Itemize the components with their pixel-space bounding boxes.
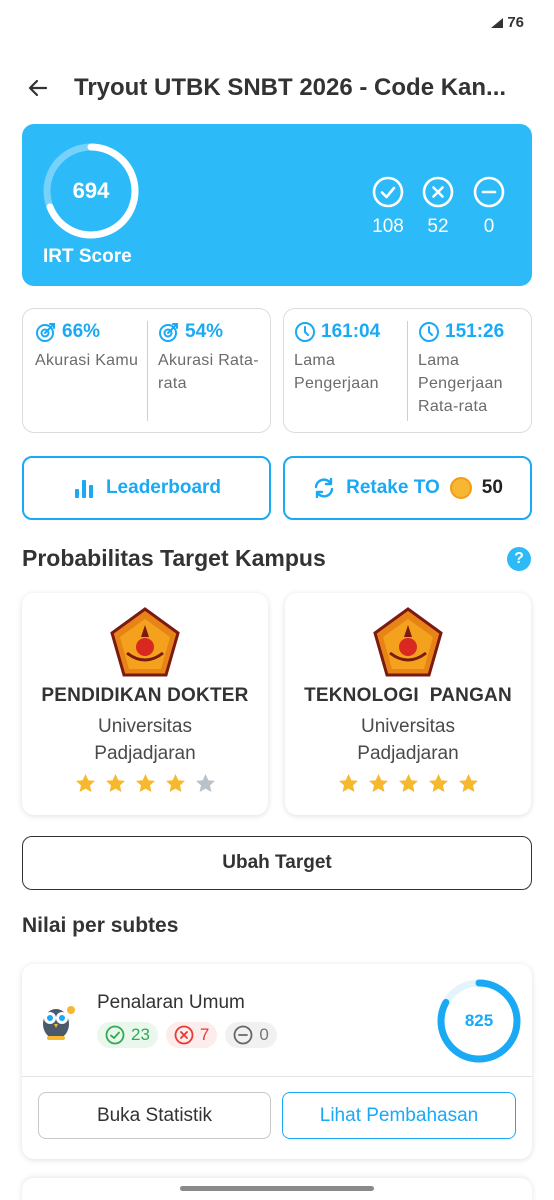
view-discussion-button[interactable]: Lihat Pembahasan	[282, 1092, 516, 1139]
campus-university: Universitas Padjadjaran	[357, 716, 459, 764]
accuracy-you: 66% Akurasi Kamu	[35, 321, 145, 372]
owl-mascot-icon	[38, 998, 78, 1042]
coin-icon	[449, 477, 472, 499]
campus-major: PENDIDIKAN DOKTER	[41, 685, 249, 706]
irt-score-label: IRT Score	[43, 246, 132, 267]
refresh-icon	[314, 477, 334, 499]
irt-score-value: 694	[72, 178, 110, 203]
wrong-chip: 7	[165, 1022, 218, 1048]
star-icon	[398, 774, 418, 792]
signal-icon	[491, 17, 504, 28]
subtest-section-title: Nilai per subtes	[22, 914, 179, 937]
page-title: Tryout UTBK SNBT 2026 - Code Kan...	[74, 74, 507, 101]
empty-chip: 0	[225, 1022, 277, 1048]
university-logo	[373, 607, 443, 677]
target-section-title: Probabilitas Target Kampus	[22, 545, 326, 571]
divider	[22, 1076, 532, 1077]
bar-chart-icon	[74, 480, 93, 498]
check-circle-icon	[372, 176, 404, 208]
clock-icon	[295, 322, 315, 342]
help-icon[interactable]: ?	[507, 547, 531, 571]
star-icon	[135, 774, 155, 792]
campus-card[interactable]: TEKNOLOGI PANGAN Universitas Padjadjaran	[285, 593, 531, 815]
x-circle-icon	[174, 1025, 194, 1045]
target-icon	[36, 323, 55, 342]
university-logo	[110, 607, 180, 677]
accuracy-box: 66% Akurasi Kamu 54% Akurasi Rata-rata	[22, 308, 271, 433]
back-button[interactable]	[18, 68, 58, 108]
retake-label: Retake TO	[346, 477, 440, 498]
star-icon	[338, 774, 358, 792]
clock-icon	[419, 322, 439, 342]
x-circle-icon	[422, 176, 454, 208]
star-icon	[458, 774, 478, 792]
campus-university: Universitas Padjadjaran	[94, 716, 196, 764]
duration-box: 161:04 Lama Pengerjaan 151:26 Lama Penge…	[283, 308, 532, 433]
check-circle-icon	[105, 1025, 125, 1045]
duration-avg-value: 151:26	[445, 321, 505, 342]
irt-score-card: 694 IRT Score 108 52 0	[22, 124, 532, 286]
target-icon	[159, 323, 178, 342]
accuracy-you-label: Akurasi Kamu	[35, 352, 139, 369]
minus-circle-icon	[473, 176, 505, 208]
app-header: Tryout UTBK SNBT 2026 - Code Kan...	[0, 68, 554, 108]
wrong-count: 52	[427, 216, 449, 237]
subtest-wrong: 7	[199, 1025, 210, 1044]
duration-you-value: 161:04	[321, 321, 381, 342]
subtest-name: Penalaran Umum	[97, 992, 245, 1013]
subtest-empty: 0	[259, 1025, 269, 1044]
rating-stars	[22, 773, 268, 794]
star-icon	[368, 774, 388, 792]
answer-summary: 23 7 0	[97, 1022, 277, 1048]
duration-you-label: Lama Pengerjaan	[294, 352, 379, 392]
subtest-card: Penalaran Umum 23 7 0 825 Buka Statistik…	[22, 964, 532, 1159]
correct-chip: 23	[97, 1022, 158, 1048]
duration-you: 161:04 Lama Pengerjaan	[294, 321, 406, 395]
accuracy-you-value: 66%	[62, 321, 101, 342]
campus-major: TEKNOLOGI PANGAN	[304, 685, 512, 706]
status-bar: 76	[490, 14, 524, 31]
subtest-score: 825	[464, 1011, 494, 1030]
divider	[407, 321, 408, 421]
leaderboard-button[interactable]: Leaderboard	[22, 456, 271, 520]
arrow-left-icon	[28, 79, 48, 97]
empty-stat: 0	[459, 176, 519, 238]
star-icon	[428, 774, 448, 792]
empty-count: 0	[483, 216, 495, 237]
home-indicator[interactable]	[180, 1186, 374, 1191]
battery-level: 76	[507, 14, 524, 31]
leaderboard-label: Leaderboard	[105, 477, 222, 498]
change-target-button[interactable]: Ubah Target	[22, 836, 532, 890]
subtest-correct: 23	[131, 1025, 150, 1044]
star-icon	[75, 774, 95, 792]
accuracy-avg-label: Akurasi Rata-rata	[158, 352, 259, 392]
retake-cost: 50	[481, 477, 503, 498]
duration-avg: 151:26 Lama Pengerjaan Rata-rata	[418, 321, 530, 418]
accuracy-avg-value: 54%	[185, 321, 224, 342]
open-statistics-button[interactable]: Buka Statistik	[38, 1092, 271, 1139]
rating-stars	[285, 773, 531, 794]
accuracy-avg: 54% Akurasi Rata-rata	[158, 321, 268, 395]
minus-circle-icon	[233, 1025, 253, 1045]
star-icon	[165, 774, 185, 792]
correct-count: 108	[372, 216, 404, 237]
duration-avg-label: Lama Pengerjaan Rata-rata	[418, 352, 503, 415]
star-icon	[105, 774, 125, 792]
star-icon	[195, 774, 215, 792]
campus-card[interactable]: PENDIDIKAN DOKTER Universitas Padjadjara…	[22, 593, 268, 815]
retake-button[interactable]: Retake TO 50	[283, 456, 532, 520]
divider	[147, 321, 148, 421]
